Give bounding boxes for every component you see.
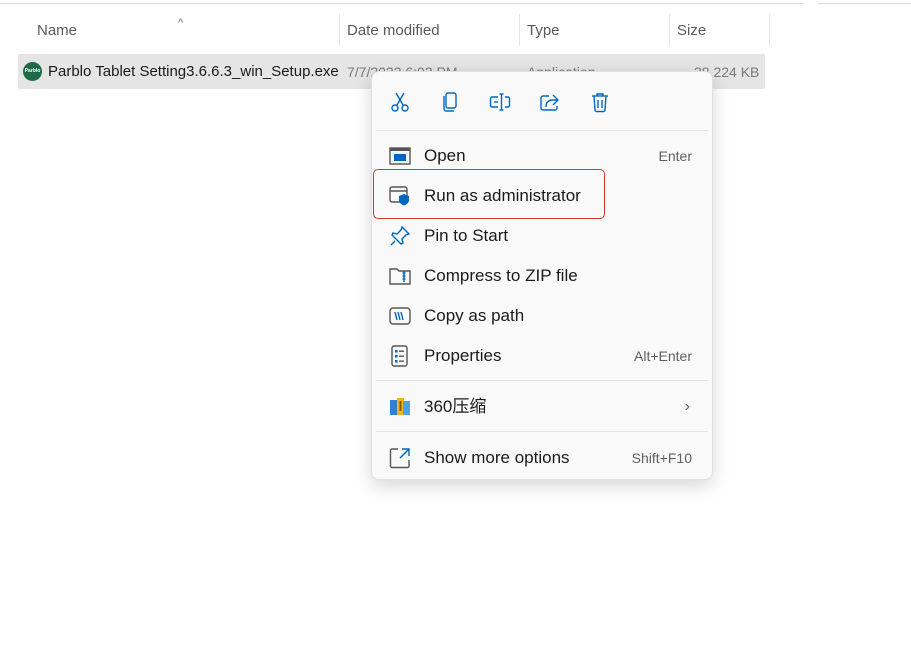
zip-folder-icon [389,266,411,286]
menu-item-label: Run as administrator [424,186,581,205]
column-header-name-label: Name [37,22,78,39]
scissors-icon [391,92,409,112]
menu-item-label: Properties [424,346,502,365]
more-options-icon [389,448,411,469]
parblo-app-icon: Parblo [23,62,42,81]
menu-item-compress-zip[interactable]: Compress to ZIP file [376,258,708,294]
top-edge-right [818,0,911,4]
archive-360-icon [389,397,411,417]
menu-item-show-more-options[interactable]: Show more options Shift+F10 [376,440,708,476]
column-header-date-label: Date modified [347,22,440,39]
column-header-name[interactable]: Name [29,12,339,48]
share-icon [540,94,559,111]
trash-icon [592,93,608,113]
cut-button[interactable] [384,86,416,118]
menu-separator [376,130,708,131]
menu-item-pin-to-start[interactable]: Pin to Start [376,218,708,254]
file-name: Parblo Tablet Setting3.6.6.3_win_Setup.e… [48,63,339,80]
copy-icon [443,92,457,112]
pin-icon [389,225,411,246]
properties-icon [389,345,411,367]
menu-item-label: Pin to Start [424,226,509,245]
menu-item-360-compress[interactable]: 360压缩 › [376,389,708,425]
rename-icon [489,93,511,111]
column-header-type-label: Type [527,22,560,39]
shortcut-label: Shift+F10 [631,450,692,466]
shortcut-label: Alt+Enter [634,348,692,364]
sort-ascending-icon: ^ [178,17,184,29]
copy-path-icon [389,306,411,326]
menu-item-properties[interactable]: Properties Alt+Enter [376,338,708,374]
menu-item-label: Open [424,146,466,165]
menu-item-label: Compress to ZIP file [424,266,578,285]
menu-item-open[interactable]: Open Enter [376,138,708,174]
menu-separator [376,380,708,381]
context-menu: Open Enter Run as administrator Pin to S… [371,71,713,480]
admin-shield-icon [389,186,411,206]
column-header-bar: Name ^ Date modified Type Size [0,12,911,50]
menu-item-label: 360压缩 [424,397,487,416]
column-header-type[interactable]: Type [519,12,669,48]
menu-separator [376,431,708,432]
top-edge-left [0,0,804,4]
menu-item-copy-as-path[interactable]: Copy as path [376,298,708,334]
column-divider[interactable] [769,14,770,46]
chevron-right-icon: › [684,398,690,415]
shortcut-label: Enter [658,148,692,164]
rename-button[interactable] [484,86,516,118]
column-header-size[interactable]: Size [669,12,769,48]
copy-button[interactable] [434,86,466,118]
menu-item-run-as-administrator[interactable]: Run as administrator [376,178,708,214]
delete-button[interactable] [584,86,616,118]
column-header-size-label: Size [677,22,707,39]
open-window-icon [389,146,411,166]
menu-item-label: Copy as path [424,306,525,325]
share-button[interactable] [534,86,566,118]
column-header-date-modified[interactable]: Date modified [339,12,519,48]
menu-item-label: Show more options [424,448,570,467]
quick-actions-bar [372,72,712,130]
